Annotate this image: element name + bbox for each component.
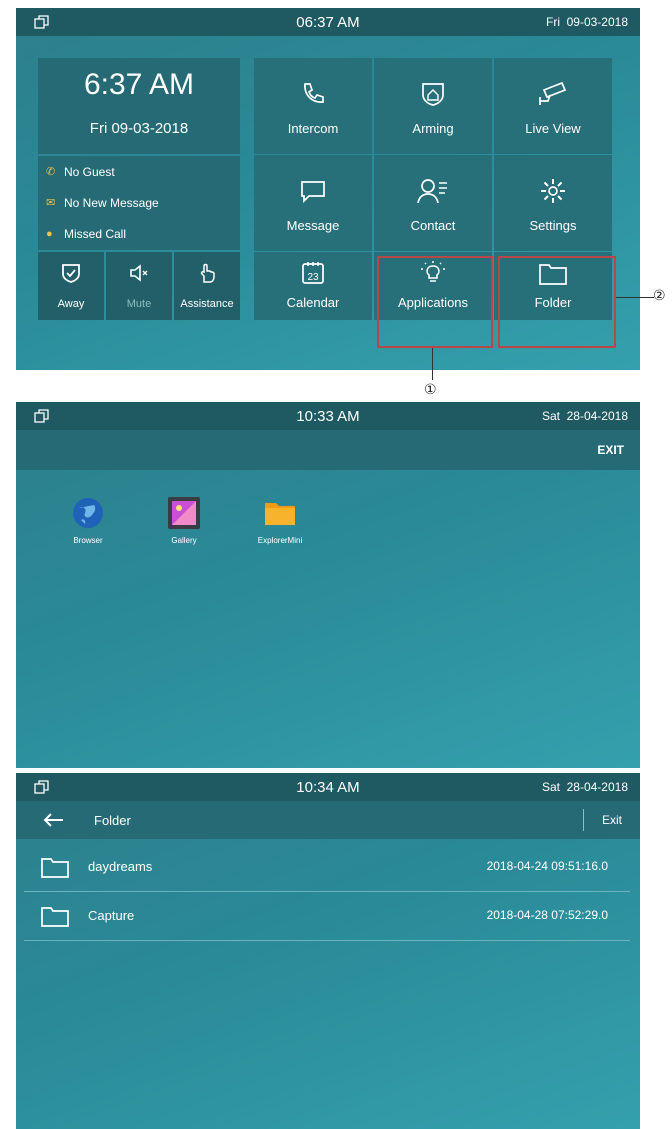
gear-icon	[541, 179, 565, 203]
tile-label: Live View	[525, 121, 581, 136]
callout-two: ②	[653, 288, 666, 304]
shield-check-icon	[62, 264, 80, 283]
home-shield-icon	[422, 83, 444, 106]
clock-date: Fri 09-03-2018	[89, 120, 189, 137]
notification-label: Missed Call	[64, 227, 127, 241]
callout-line-two	[616, 297, 654, 298]
camera-icon	[539, 81, 567, 105]
callout-line-one	[432, 348, 433, 380]
assistance-button[interactable]: Assistance	[174, 252, 240, 320]
away-label: Away	[57, 298, 85, 310]
exit-button[interactable]: EXIT	[597, 443, 624, 457]
tile-label: Calendar	[286, 295, 340, 310]
chat-bubble-icon: ●	[46, 228, 53, 240]
app-label: ExplorerMini	[257, 536, 303, 545]
notification-label: No Guest	[64, 165, 115, 179]
notification-panel: ✆ No Guest ✉ No New Message ● Missed Cal…	[38, 156, 240, 250]
tile-label: Arming	[412, 121, 454, 136]
app-gallery[interactable]: Gallery	[144, 496, 224, 545]
tile-contact[interactable]: Contact	[374, 155, 492, 251]
apps-toolbar: EXIT	[16, 430, 640, 470]
app-browser[interactable]: Browser	[48, 496, 128, 545]
tile-message[interactable]: Message	[254, 155, 372, 251]
envelope-icon: ✉	[46, 197, 56, 209]
status-day: Sat	[541, 780, 560, 794]
status-date: 09-03-2018	[566, 15, 628, 29]
arrow-left-icon[interactable]	[42, 812, 64, 828]
clock-panel: 6:37 AM Fri 09-03-2018	[38, 58, 240, 154]
folder-toolbar: Folder Exit	[16, 801, 640, 839]
folder-timestamp: 2018-04-28 07:52:29.0	[486, 908, 608, 922]
phone-icon: ✆	[46, 166, 56, 178]
assistance-label: Assistance	[180, 298, 234, 310]
away-button[interactable]: Away	[38, 252, 104, 320]
calendar-day-number: 23	[307, 272, 319, 283]
folder-icon	[41, 907, 69, 927]
folder-row[interactable]: daydreams 2018-04-24 09:51:16.0	[24, 843, 630, 892]
app-explorermini[interactable]: ExplorerMini	[240, 496, 320, 545]
tile-label: Intercom	[287, 121, 339, 136]
app-label: Gallery	[171, 536, 197, 545]
tile-label: Settings	[529, 218, 577, 233]
folder-timestamp: 2018-04-24 09:51:16.0	[486, 859, 608, 873]
folder-icon	[265, 503, 295, 525]
app-label: Browser	[73, 536, 103, 545]
clock-time: 6:37 AM	[83, 68, 195, 101]
callout-one: ①	[424, 382, 437, 398]
hand-tap-icon	[200, 263, 215, 283]
status-bar: 10:34 AM Sat 28-04-2018	[16, 773, 640, 801]
status-bar: 10:33 AM Sat 28-04-2018	[16, 402, 640, 430]
folder-row[interactable]: Capture 2018-04-28 07:52:29.0	[24, 892, 630, 941]
tile-arming[interactable]: Arming	[374, 58, 492, 154]
home-screen: 06:37 AM Fri 09-03-2018 6:37 AM Fri 09-0…	[16, 8, 640, 370]
tile-intercom[interactable]: Intercom	[254, 58, 372, 154]
status-day: Sat	[541, 409, 560, 423]
folder-highlight	[498, 256, 616, 348]
message-icon	[301, 181, 325, 204]
applications-screen: 10:33 AM Sat 28-04-2018 EXIT Browser Gal…	[16, 402, 640, 768]
applications-highlight	[377, 256, 493, 348]
folder-screen: 10:34 AM Sat 28-04-2018 Folder Exit dayd…	[16, 773, 640, 1129]
mute-button[interactable]: Mute	[106, 252, 172, 320]
calendar-icon: 23	[302, 262, 324, 284]
exit-button[interactable]: Exit	[602, 813, 622, 827]
mute-label: Mute	[126, 298, 152, 310]
toolbar-divider	[583, 809, 584, 831]
tile-live-view[interactable]: Live View	[494, 58, 612, 154]
status-day: Fri	[546, 15, 560, 29]
phone-icon	[304, 83, 324, 103]
tile-calendar[interactable]: 23 Calendar	[254, 252, 372, 320]
folder-name: daydreams	[88, 859, 153, 874]
globe-icon	[73, 498, 103, 528]
status-date: 28-04-2018	[566, 780, 628, 794]
status-bar: 06:37 AM Fri 09-03-2018	[16, 8, 640, 36]
page-title: Folder	[94, 813, 131, 828]
tile-settings[interactable]: Settings	[494, 155, 612, 251]
folder-icon	[41, 858, 69, 878]
contact-icon	[417, 179, 447, 204]
gallery-icon	[168, 497, 200, 529]
notification-label: No New Message	[64, 196, 159, 210]
tile-label: Message	[286, 218, 340, 233]
tile-label: Contact	[410, 218, 456, 233]
notification-guest[interactable]: ✆ No Guest	[46, 165, 115, 179]
speaker-mute-icon	[130, 264, 148, 282]
folder-name: Capture	[88, 908, 135, 923]
status-date: 28-04-2018	[566, 409, 628, 423]
notification-missed-call[interactable]: ● Missed Call	[46, 227, 126, 241]
notification-message[interactable]: ✉ No New Message	[46, 196, 159, 210]
